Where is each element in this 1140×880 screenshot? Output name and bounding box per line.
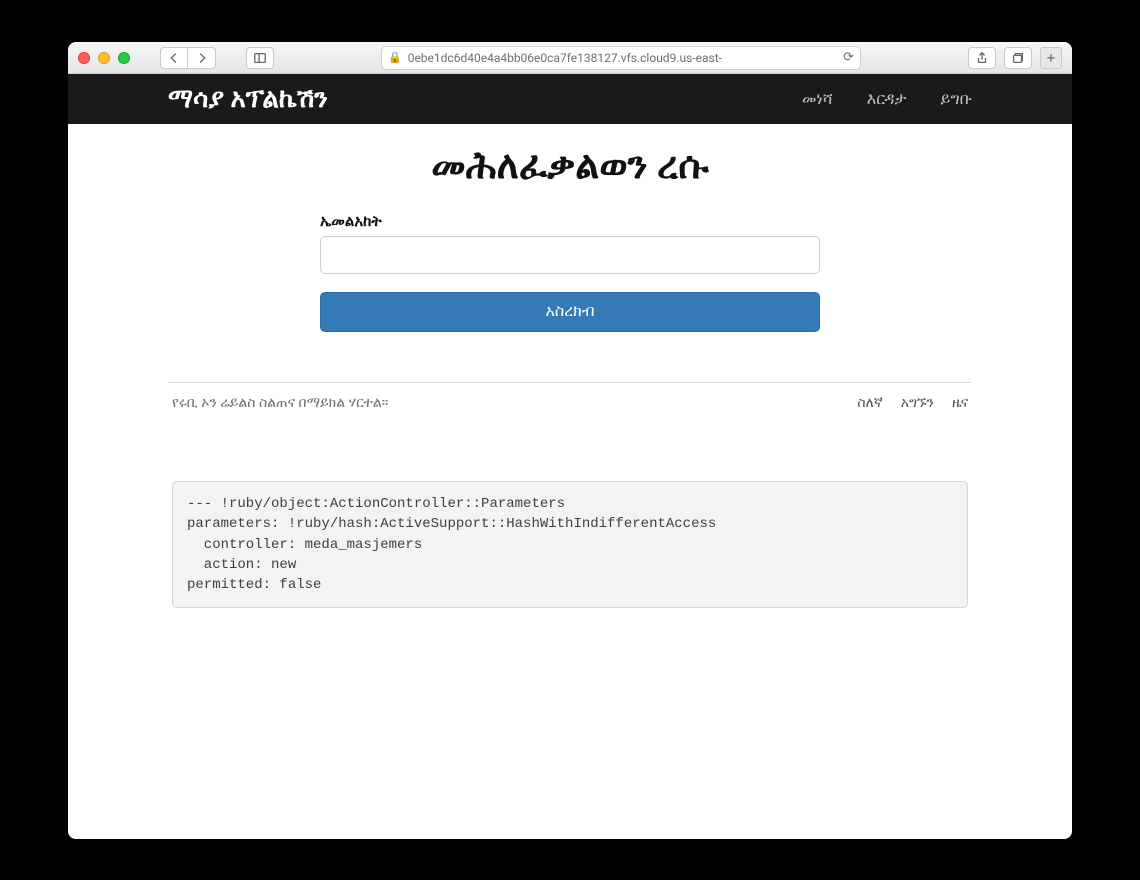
footer-link-about[interactable]: ስለኛ [857,395,882,411]
nav-link-home[interactable]: መነሻ [802,89,833,109]
chevron-right-icon [195,51,209,65]
browser-window: 🔒 0ebe1dc6d40e4a4bb06e0ca7fe138127.vfs.c… [68,42,1072,839]
plus-icon: + [1047,49,1056,67]
window-controls [78,52,130,64]
url-bar-container: 🔒 0ebe1dc6d40e4a4bb06e0ca7fe138127.vfs.c… [284,46,958,70]
password-reset-form: ኤመልአከት አስረክብ [320,212,820,332]
tabs-button[interactable] [1004,47,1032,69]
zoom-window-button[interactable] [118,52,130,64]
minimize-window-button[interactable] [98,52,110,64]
chevron-left-icon [167,51,181,65]
nav-buttons [160,47,216,69]
back-button[interactable] [160,47,188,69]
footer: የሩቢ ኦን ሬይልስ ስልጠና በማይክል ሃርተል። ስለኛ አግኙን ዜና [168,395,972,411]
email-label: ኤመልአከት [320,212,820,230]
new-tab-button[interactable]: + [1040,47,1062,69]
lock-icon: 🔒 [388,51,402,64]
tabs-icon [1011,51,1025,65]
share-icon [975,51,989,65]
main-container: መሕለፈቃልወን ረሱ ኤመልአከት አስረክብ የሩቢ ኦን ሬይልስ ስልጠ… [68,144,1072,608]
forward-button[interactable] [188,47,216,69]
close-window-button[interactable] [78,52,90,64]
url-text: 0ebe1dc6d40e4a4bb06e0ca7fe138127.vfs.clo… [408,51,837,65]
brand-title[interactable]: ማሳያ አፕልኬሽን [168,84,328,115]
nav-link-help[interactable]: እርዳታ [867,89,907,109]
footer-separator [168,382,972,383]
page-title: መሕለፈቃልወን ረሱ [168,144,972,188]
browser-titlebar: 🔒 0ebe1dc6d40e4a4bb06e0ca7fe138127.vfs.c… [68,42,1072,74]
debug-dump: --- !ruby/object:ActionController::Param… [172,481,968,608]
footer-link-contact[interactable]: አግኙን [901,395,934,411]
url-bar[interactable]: 🔒 0ebe1dc6d40e4a4bb06e0ca7fe138127.vfs.c… [381,46,861,70]
reload-icon[interactable]: ⟳ [843,50,854,65]
footer-note: የሩቢ ኦን ሬይልስ ስልጠና በማይክል ሃርተል። [172,395,388,411]
email-field[interactable] [320,236,820,274]
share-button[interactable] [968,47,996,69]
footer-link-news[interactable]: ዜና [952,395,968,411]
sidebar-icon [253,51,267,65]
sidebar-toggle-button[interactable] [246,47,274,69]
titlebar-right: + [968,47,1062,69]
nav-links: መነሻ እርዳታ ይግቡ [802,89,972,109]
footer-links: ስለኛ አግኙን ዜና [857,395,968,411]
desktop: 🔒 0ebe1dc6d40e4a4bb06e0ca7fe138127.vfs.c… [0,0,1140,880]
app-navbar: ማሳያ አፕልኬሽን መነሻ እርዳታ ይግቡ [68,74,1072,124]
nav-link-login[interactable]: ይግቡ [941,89,972,109]
submit-button[interactable]: አስረክብ [320,292,820,332]
page-content: ማሳያ አፕልኬሽን መነሻ እርዳታ ይግቡ መሕለፈቃልወን ረሱ ኤመልአ… [68,74,1072,839]
